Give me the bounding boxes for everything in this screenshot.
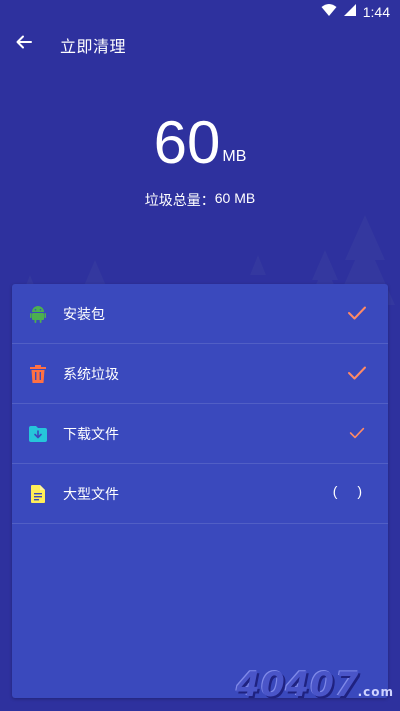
list-item-large-files[interactable]: 大型文件 ( ) [12, 464, 388, 524]
total-label: 垃圾总量： [144, 192, 215, 208]
watermark-text: 40407 [236, 665, 360, 705]
app-bar: 立即清理 [0, 24, 400, 64]
status-bar: 1:44 [0, 0, 400, 24]
scanning-status: ( ) [332, 483, 370, 499]
watermark-logo: 40407.com [236, 665, 394, 705]
item-label: 大型文件 [63, 486, 119, 502]
junk-category-card: 安装包 系统垃圾 下载文件 大型文件 () [12, 284, 388, 698]
signal-icon [343, 3, 357, 20]
android-icon [28, 304, 48, 324]
page-title: 立即清理 [60, 39, 127, 56]
check-icon[interactable] [346, 302, 368, 324]
item-label: 下载文件 [63, 426, 119, 442]
size-display: 60 MB [0, 110, 400, 176]
list-item-downloads[interactable]: 下载文件 [12, 404, 388, 464]
download-folder-icon [28, 424, 48, 444]
back-button[interactable] [8, 28, 40, 60]
watermark-suffix: .com [357, 685, 394, 699]
arrow-back-icon [15, 33, 33, 55]
status-time: 1:44 [362, 3, 390, 20]
item-label: 安装包 [63, 306, 105, 322]
junk-size-unit: MB [222, 148, 247, 165]
list-item-apk[interactable]: 安装包 [12, 284, 388, 344]
status-right: 1:44 [321, 3, 390, 20]
check-icon[interactable] [346, 362, 368, 384]
junk-summary: 60 MB 垃圾总量： 60 MB [0, 110, 400, 220]
wifi-icon [321, 3, 337, 20]
item-label: 系统垃圾 [63, 366, 119, 382]
total-row: 垃圾总量： 60 MB [0, 190, 400, 210]
document-icon [28, 484, 48, 504]
check-icon[interactable] [346, 422, 368, 444]
junk-size-value: 60 [153, 109, 221, 176]
trash-icon [28, 364, 48, 384]
total-value: 60 MB [214, 190, 256, 206]
list-item-system-junk[interactable]: 系统垃圾 [12, 344, 388, 404]
